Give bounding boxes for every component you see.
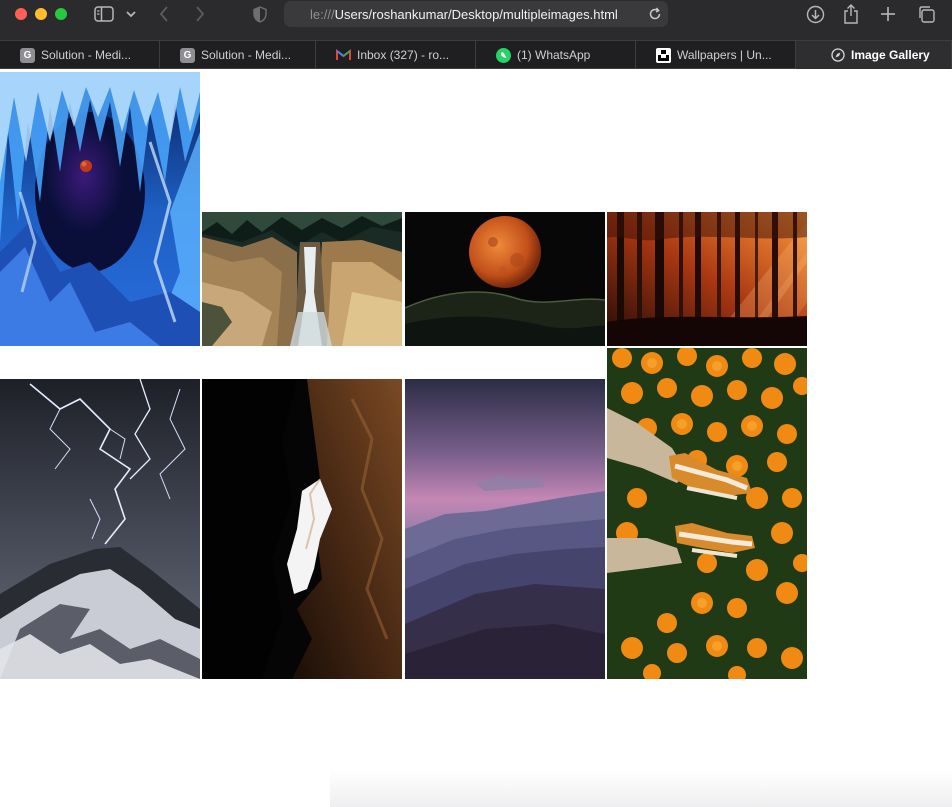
share-icon[interactable] [841, 2, 861, 26]
whatsapp-icon [496, 47, 511, 63]
tab-solution-medium-1[interactable]: G Solution - Medi... [0, 41, 160, 69]
minimize-window-button[interactable] [35, 8, 47, 20]
forward-arrow-icon[interactable] [192, 4, 208, 24]
tab-label: Solution - Medi... [201, 48, 292, 62]
sidebar-toggle-icon[interactable] [93, 4, 115, 24]
back-arrow-icon[interactable] [156, 4, 172, 24]
gallery-image-autumn-forest [607, 212, 807, 346]
tab-overview-icon[interactable] [915, 3, 937, 25]
compass-icon [830, 48, 845, 63]
gallery-image-purple-mountains [405, 379, 605, 679]
tab-label: Solution - Medi... [41, 48, 132, 62]
tab-label: (1) WhatsApp [517, 48, 591, 62]
tab-label: Wallpapers | Un... [677, 48, 772, 62]
g-icon: G [20, 47, 35, 63]
close-window-button[interactable] [15, 8, 27, 20]
downloads-icon[interactable] [804, 3, 826, 25]
gallery-image-ice-cave [0, 72, 200, 346]
browser-toolbar: le:///Users/roshankumar/Desktop/multiple… [0, 0, 952, 40]
tab-bar: G Solution - Medi... G Solution - Medi..… [0, 40, 952, 69]
unsplash-icon [656, 47, 671, 63]
zoom-window-button[interactable] [55, 8, 67, 20]
gallery-image-orange-moon [405, 212, 605, 346]
tab-gmail-inbox[interactable]: Inbox (327) - ro... [316, 41, 476, 69]
gallery-image-lightning-mountain [0, 379, 200, 679]
url-path: Users/roshankumar/Desktop/multipleimages… [334, 7, 618, 22]
g-icon: G [180, 47, 195, 63]
reload-icon[interactable] [647, 5, 663, 23]
chevron-down-icon[interactable] [124, 6, 138, 22]
privacy-shield-icon[interactable] [252, 4, 268, 24]
url-scheme: le:/// [310, 7, 335, 22]
address-bar[interactable]: le:///Users/roshankumar/Desktop/multiple… [284, 1, 668, 27]
new-tab-plus-icon[interactable] [878, 4, 898, 24]
gallery-image-marigold-sneakers [607, 348, 807, 679]
tab-label: Image Gallery [851, 48, 930, 62]
gallery-image-canyon-waterfall [202, 212, 402, 346]
url-text: le:///Users/roshankumar/Desktop/multiple… [310, 7, 630, 22]
tab-unsplash-wallpapers[interactable]: Wallpapers | Un... [636, 41, 796, 69]
tab-label: Inbox (327) - ro... [357, 48, 450, 62]
bottom-edge-shadow [330, 770, 952, 807]
gallery-image-dark-cave [202, 379, 402, 679]
tab-image-gallery[interactable]: Image Gallery [796, 41, 952, 69]
tab-solution-medium-2[interactable]: G Solution - Medi... [160, 41, 316, 69]
tab-whatsapp[interactable]: (1) WhatsApp [476, 41, 636, 69]
gmail-icon [336, 48, 351, 63]
